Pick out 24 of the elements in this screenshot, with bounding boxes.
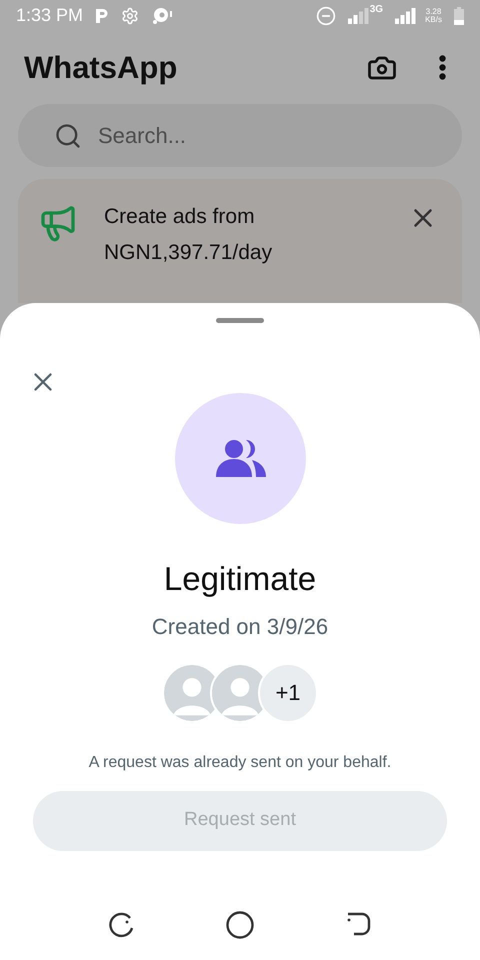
settings-icon bbox=[121, 6, 140, 25]
search-field[interactable]: Search... bbox=[18, 104, 462, 167]
ad-text: Create ads from NGN1,397.71/day bbox=[104, 204, 274, 266]
battery-icon bbox=[454, 6, 464, 25]
created-date: Created on 3/9/26 bbox=[152, 612, 328, 640]
menu-icon bbox=[439, 55, 446, 80]
status-time: 1:33 PM bbox=[16, 4, 84, 28]
do-not-disturb-icon bbox=[316, 6, 336, 26]
data-speed: 3.28 bbox=[426, 8, 442, 16]
request-note: A request was already sent on your behalf. bbox=[88, 752, 392, 772]
signal-icon bbox=[395, 8, 418, 24]
app-title: WhatsApp bbox=[24, 48, 178, 86]
search-placeholder: Search... bbox=[98, 122, 186, 150]
notification-icon bbox=[151, 6, 174, 25]
drag-handle[interactable] bbox=[216, 318, 264, 323]
home-icon[interactable] bbox=[224, 910, 255, 940]
group-name: Legitimate bbox=[164, 559, 316, 599]
signal-icon bbox=[348, 8, 370, 24]
data-speed-unit: KB/s bbox=[425, 16, 442, 24]
network-type: 3G bbox=[370, 3, 384, 18]
search-icon bbox=[54, 122, 82, 150]
ad-banner[interactable]: Create ads from NGN1,397.71/day bbox=[18, 178, 462, 303]
member-count-badge: +1 bbox=[258, 662, 318, 722]
parking-icon bbox=[95, 8, 110, 24]
